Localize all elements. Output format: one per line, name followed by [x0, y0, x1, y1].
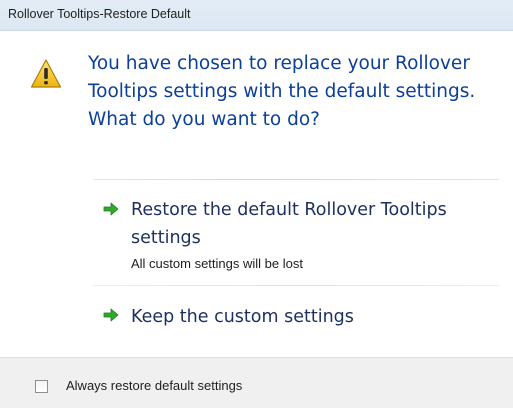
restore-default-command-link[interactable]: Restore the default Rollover Tooltips se… [93, 192, 499, 276]
keep-custom-command-link[interactable]: Keep the custom settings [93, 297, 499, 339]
separator [93, 179, 499, 180]
always-restore-label[interactable]: Always restore default settings [66, 378, 242, 393]
warning-icon [30, 59, 62, 88]
restore-default-note: All custom settings will be lost [131, 256, 303, 271]
separator [93, 285, 499, 286]
restore-default-dialog: Rollover Tooltips-Restore Default You ha… [0, 0, 513, 408]
dialog-footer: Always restore default settings [0, 357, 513, 408]
window-title: Rollover Tooltips-Restore Default [8, 7, 191, 21]
restore-default-label: Restore the default Rollover Tooltips se… [131, 200, 447, 248]
always-restore-checkbox[interactable] [35, 380, 48, 393]
keep-custom-label: Keep the custom settings [131, 307, 354, 327]
green-arrow-icon [103, 308, 119, 322]
title-bar[interactable]: Rollover Tooltips-Restore Default [0, 0, 513, 31]
main-instruction: You have chosen to replace your Rollover… [88, 53, 476, 130]
green-arrow-icon [103, 202, 119, 216]
